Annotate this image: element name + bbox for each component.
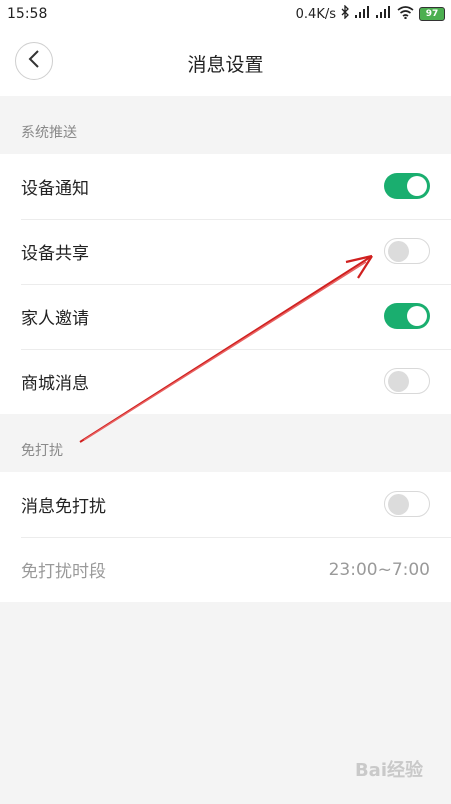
- dnd-settings-list: 消息免打扰 免打扰时段 23:00~7:00: [0, 472, 451, 602]
- bluetooth-icon: [341, 4, 350, 23]
- setting-label: 家人邀请: [21, 309, 89, 329]
- device-share-toggle[interactable]: [384, 238, 430, 264]
- battery-icon: 97: [419, 7, 445, 21]
- toggle-knob: [388, 494, 409, 515]
- toggle-knob: [388, 371, 409, 392]
- status-time: 15:58: [7, 6, 48, 22]
- signal-icon: [376, 6, 392, 22]
- toggle-knob: [388, 241, 409, 262]
- mall-message-toggle[interactable]: [384, 368, 430, 394]
- setting-label: 消息免打扰: [21, 497, 106, 517]
- setting-row-device-share[interactable]: 设备共享: [0, 219, 451, 284]
- setting-label: 免打扰时段: [21, 562, 106, 582]
- setting-row-dnd-period[interactable]: 免打扰时段 23:00~7:00: [0, 537, 451, 602]
- dnd-period-value: 23:00~7:00: [328, 559, 430, 580]
- network-speed: 0.4K/s: [295, 6, 336, 22]
- setting-row-family-invite[interactable]: 家人邀请: [0, 284, 451, 349]
- status-bar: 15:58 0.4K/s 97: [0, 0, 451, 30]
- toggle-knob: [407, 176, 427, 196]
- signal-icon: [355, 6, 371, 22]
- dnd-toggle[interactable]: [384, 491, 430, 517]
- setting-row-dnd[interactable]: 消息免打扰: [0, 472, 451, 537]
- section-label-dnd: 免打扰: [0, 414, 451, 472]
- header: 消息设置: [0, 30, 451, 96]
- section-label-push: 系统推送: [0, 96, 451, 154]
- setting-row-mall-message[interactable]: 商城消息: [0, 349, 451, 414]
- setting-label: 设备共享: [21, 244, 89, 264]
- setting-label: 商城消息: [21, 374, 89, 394]
- setting-row-device-notification[interactable]: 设备通知: [0, 154, 451, 219]
- wifi-icon: [397, 5, 414, 23]
- setting-label: 设备通知: [21, 179, 89, 199]
- toggle-knob: [407, 306, 427, 326]
- page-title: 消息设置: [187, 54, 264, 76]
- family-invite-toggle[interactable]: [384, 303, 430, 329]
- device-notification-toggle[interactable]: [384, 173, 430, 199]
- watermark-logo: Bai经验: [354, 760, 423, 781]
- push-settings-list: 设备通知 设备共享 家人邀请 商城消息: [0, 154, 451, 414]
